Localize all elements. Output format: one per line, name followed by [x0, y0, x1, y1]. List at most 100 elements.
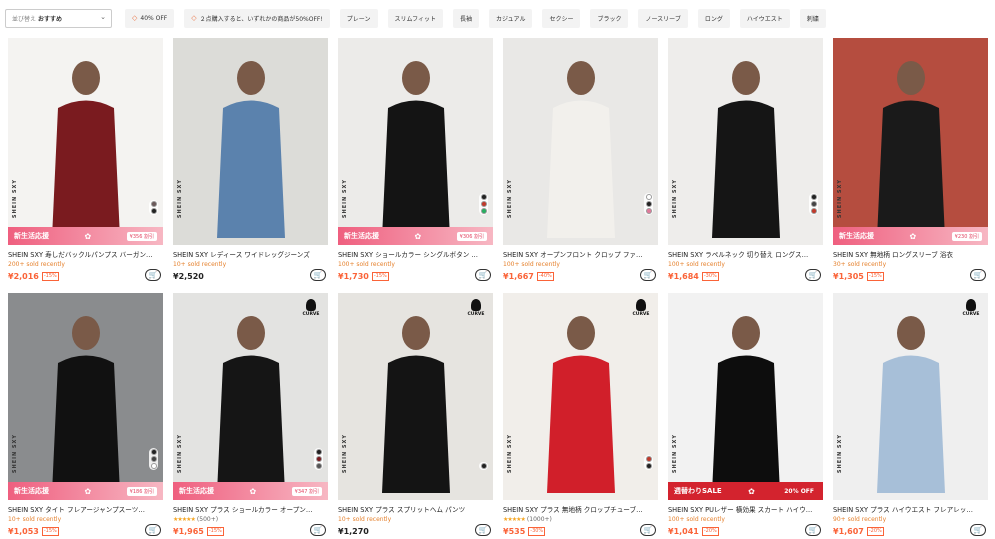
color-swatch[interactable]	[315, 449, 322, 455]
filter-chip-label: 長袖	[460, 15, 473, 23]
product-image[interactable]: SHEIN SXY CURVE 新生活応援 ✿ ¥347 割引	[173, 293, 328, 500]
filter-chip[interactable]: ◇ 40% OFF	[125, 8, 175, 28]
color-swatch[interactable]	[810, 208, 817, 214]
color-swatch[interactable]	[150, 201, 157, 207]
flower-icon: ✿	[748, 486, 755, 496]
brand-vertical-label: SHEIN SXY	[837, 433, 843, 473]
add-to-cart-icon[interactable]: 🛒	[475, 524, 491, 536]
color-swatch[interactable]	[810, 194, 817, 200]
add-to-cart-icon[interactable]: 🛒	[640, 269, 656, 281]
add-to-cart-icon[interactable]: 🛒	[310, 269, 326, 281]
product-title[interactable]: SHEIN SXY オープンフロント クロップ ファ…	[503, 249, 658, 259]
add-to-cart-icon[interactable]: 🛒	[640, 524, 656, 536]
product-title[interactable]: SHEIN SXY PUレザー 横効果 スカート ハイウ…	[668, 504, 823, 514]
add-to-cart-icon[interactable]: 🛒	[970, 269, 986, 281]
color-swatch[interactable]	[810, 201, 817, 207]
color-swatch[interactable]	[645, 194, 652, 200]
filter-chip[interactable]: ノースリーブ	[638, 8, 688, 28]
color-swatch[interactable]	[480, 194, 487, 200]
price: ¥2,520	[173, 271, 204, 281]
product-title[interactable]: SHEIN SXY ラペルネック 切り替え ロングス…	[668, 249, 823, 259]
product-grid: SHEIN SXY 新生活応援 ✿ ¥356 割引 SHEIN SXY 寿しだバックルパ…	[8, 38, 988, 537]
product-card[interactable]: SHEIN SXY 新生活応援 ✿ ¥230 割引 SHEIN SXY 無地柄 ロングス…	[833, 38, 988, 282]
product-title[interactable]: SHEIN SXY プラス 無地柄 クロップチューブ…	[503, 504, 658, 514]
sort-dropdown[interactable]: 並び替え おすすめ ⌄	[5, 8, 112, 28]
product-image[interactable]: SHEIN SXY 新生活応援 ✿ ¥306 割引	[338, 38, 493, 245]
product-image[interactable]: SHEIN SXY 新生活応援 ✿ ¥230 割引	[833, 38, 988, 245]
product-card[interactable]: SHEIN SXY 新生活応援 ✿ ¥356 割引 SHEIN SXY 寿しだバックルパ…	[8, 38, 163, 282]
product-card[interactable]: SHEIN SXY 新生活応援 ✿ ¥186 割引 SHEIN SXY タイト フレアー…	[8, 293, 163, 537]
product-title[interactable]: SHEIN SXY プラス スプリットヘム パンツ	[338, 504, 493, 514]
product-image[interactable]: SHEIN SXY 週替わりSALE ✿ 20% OFF	[668, 293, 823, 500]
promo-banner: 新生活応援 ✿ ¥356 割引	[8, 227, 163, 245]
product-card[interactable]: SHEIN SXY 週替わりSALE ✿ 20% OFF SHEIN SXY PUレザー…	[668, 293, 823, 537]
color-swatches	[809, 193, 818, 215]
product-image[interactable]: SHEIN SXY CURVE	[833, 293, 988, 500]
color-swatch[interactable]	[315, 463, 322, 469]
curve-badge: CURVE	[465, 299, 487, 317]
product-card[interactable]: SHEIN SXY SHEIN SXY ラペルネック 切り替え ロングス… 100+…	[668, 38, 823, 282]
product-card[interactable]: SHEIN SXY CURVE SHEIN SXY プラス 無地柄 クロップチューブ…	[503, 293, 658, 537]
filter-chip[interactable]: 刺繍	[799, 8, 826, 28]
product-image[interactable]: SHEIN SXY	[173, 38, 328, 245]
filter-chip[interactable]: ハイウエスト	[739, 8, 790, 28]
filter-chip[interactable]: ロング	[697, 8, 730, 28]
sold-info: 10+ sold recently	[8, 516, 163, 523]
color-swatch[interactable]	[645, 201, 652, 207]
star-rating-icon: ★★★★★	[173, 516, 196, 523]
product-image[interactable]: SHEIN SXY CURVE	[503, 293, 658, 500]
product-card[interactable]: SHEIN SXY SHEIN SXY オープンフロント クロップ ファ… 100+…	[503, 38, 658, 282]
color-swatch[interactable]	[150, 208, 157, 214]
discount-badge: -15%	[41, 271, 59, 281]
color-swatch[interactable]	[645, 208, 652, 214]
price-row: ¥1,053 -15% 🛒	[8, 524, 163, 537]
filter-chip[interactable]: プレーン	[339, 8, 378, 28]
price: ¥1,270	[338, 526, 369, 536]
add-to-cart-icon[interactable]: 🛒	[475, 269, 491, 281]
color-swatch[interactable]	[480, 208, 487, 214]
product-title[interactable]: SHEIN SXY プラス ショールカラー オープン…	[173, 504, 328, 514]
filter-chip-label: スリムフィット	[394, 15, 437, 23]
color-swatch[interactable]	[150, 456, 157, 462]
product-card[interactable]: SHEIN SXY CURVE SHEIN SXY プラス ハイウエスト フレアレッ…	[833, 293, 988, 537]
product-card[interactable]: SHEIN SXY SHEIN SXY レディース ワイドレッグジーンズ 10+ s…	[173, 38, 328, 282]
discount-badge: -15%	[866, 271, 884, 281]
product-title[interactable]: SHEIN SXY プラス ハイウエスト フレアレッ…	[833, 504, 988, 514]
product-title[interactable]: SHEIN SXY 無地柄 ロングスリーブ 浴衣	[833, 249, 988, 259]
filter-chip[interactable]: カジュアル	[489, 8, 533, 28]
filter-chip[interactable]: 長袖	[453, 8, 480, 28]
filter-chip[interactable]: セクシー	[542, 8, 581, 28]
filter-chip[interactable]: ブラック	[590, 8, 629, 28]
product-image[interactable]: SHEIN SXY 新生活応援 ✿ ¥186 割引	[8, 293, 163, 500]
add-to-cart-icon[interactable]: 🛒	[310, 524, 326, 536]
product-image[interactable]: SHEIN SXY CURVE	[338, 293, 493, 500]
color-swatch[interactable]	[480, 201, 487, 207]
filter-chip[interactable]: ◇ ２点購入すると、いずれかの商品が50%OFF!	[184, 8, 330, 28]
product-title[interactable]: SHEIN SXY 寿しだバックルパンプス バーガン…	[8, 249, 163, 259]
product-image[interactable]: SHEIN SXY	[668, 38, 823, 245]
product-title[interactable]: SHEIN SXY タイト フレアージャンプスーツ…	[8, 504, 163, 514]
add-to-cart-icon[interactable]: 🛒	[145, 269, 161, 281]
product-card[interactable]: SHEIN SXY 新生活応援 ✿ ¥306 割引 SHEIN SXY ショールカラー …	[338, 38, 493, 282]
color-swatch[interactable]	[645, 456, 652, 462]
color-swatch[interactable]	[480, 463, 487, 469]
color-swatch[interactable]	[315, 456, 322, 462]
sold-info: 100+ sold recently	[503, 261, 658, 268]
add-to-cart-icon[interactable]: 🛒	[145, 524, 161, 536]
product-title[interactable]: SHEIN SXY ショールカラー シングルボタン …	[338, 249, 493, 259]
product-image[interactable]: SHEIN SXY 新生活応援 ✿ ¥356 割引	[8, 38, 163, 245]
add-to-cart-icon[interactable]: 🛒	[805, 269, 821, 281]
color-swatch[interactable]	[150, 449, 157, 455]
product-image[interactable]: SHEIN SXY	[503, 38, 658, 245]
product-card[interactable]: SHEIN SXY CURVE SHEIN SXY プラス スプリットヘム パンツ 1…	[338, 293, 493, 537]
filter-chip[interactable]: スリムフィット	[387, 8, 444, 28]
color-swatch[interactable]	[645, 463, 652, 469]
product-card[interactable]: SHEIN SXY CURVE 新生活応援 ✿ ¥347 割引 SHEIN SXY プラス…	[173, 293, 328, 537]
product-title[interactable]: SHEIN SXY レディース ワイドレッグジーンズ	[173, 249, 328, 259]
color-swatches	[479, 193, 488, 215]
promo-discount: 20% OFF	[784, 487, 814, 495]
price-row: ¥1,667 -40% 🛒	[503, 269, 658, 282]
color-swatch[interactable]	[150, 463, 157, 469]
add-to-cart-icon[interactable]: 🛒	[970, 524, 986, 536]
add-to-cart-icon[interactable]: 🛒	[805, 524, 821, 536]
